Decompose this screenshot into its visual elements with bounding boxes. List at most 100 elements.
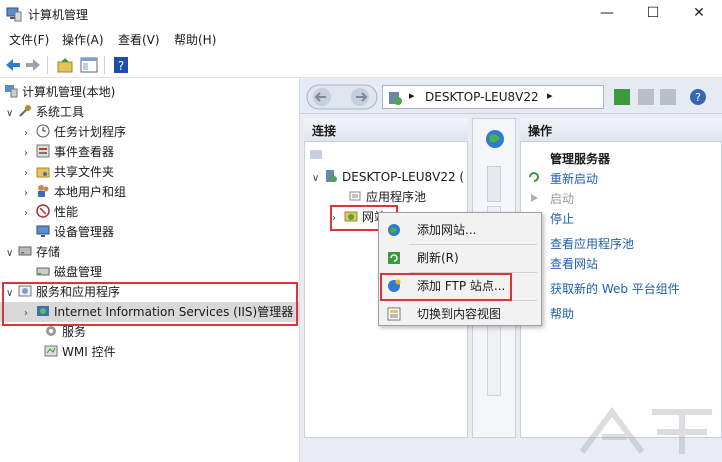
get-web-components-link[interactable]: 获取新的 Web 平台组件 [550,280,680,297]
tree-item-shared-folders[interactable]: › 共享文件夹 [24,162,114,182]
tree-label: 性能 [54,205,79,219]
tree-item-server[interactable]: ∨ DESKTOP-LEU8V22 ( [312,167,464,187]
wmi-icon [44,345,58,357]
clock-icon [36,124,50,138]
tree-item-local-users[interactable]: › 本地用户和组 [24,182,126,202]
chevron-down-icon[interactable]: ∨ [312,169,324,189]
tree-item-device-manager[interactable]: 设备管理器 [36,222,114,242]
up-folder-icon[interactable] [56,56,74,74]
server-icon [326,170,337,182]
back-arrow-icon[interactable] [4,56,22,74]
computer-management-icon [5,85,18,98]
tree-label: 共享文件夹 [54,165,115,179]
tree-label: 事件查看器 [54,145,115,159]
help-link[interactable]: 帮助 [550,305,574,322]
toolbar-separator [47,56,48,74]
menu-file[interactable]: 文件(F) [9,31,49,48]
menu-help[interactable]: 帮助(H) [174,31,216,48]
tree-item-wmi[interactable]: WMI 控件 [44,342,116,362]
tree-label: 任务计划程序 [54,125,127,139]
back-forward-icon[interactable] [306,84,378,110]
manage-server-heading: 管理服务器 [550,152,611,166]
tree-item-performance[interactable]: › 性能 [24,202,78,222]
minimize-button[interactable]: — [584,0,630,28]
scrollbar-thumb[interactable] [487,166,501,202]
disk-icon [36,267,50,276]
restart-link[interactable]: 重新启动 [550,170,598,187]
storage-icon [18,246,32,256]
tree-label: 本地用户和组 [54,185,127,199]
watermark-logo [579,407,712,454]
menu-item-refresh[interactable]: 刷新(R) [379,247,541,269]
context-menu: 添加网站... 刷新(R) 添加 FTP 站点... 切换到内容视图 [378,212,542,326]
stop-icon[interactable] [638,89,654,105]
chevron-right-icon[interactable]: › [24,144,36,164]
actions-header: 操作 [520,118,722,142]
menu-separator [409,244,537,245]
maximize-button[interactable]: ☐ [630,0,676,28]
forward-arrow-icon[interactable] [24,56,42,74]
home-icon[interactable] [660,89,676,105]
tree-item-disk-management[interactable]: 磁盘管理 [36,262,102,282]
restart-icon [529,172,539,182]
users-icon [38,185,49,197]
computer-management-icon [6,7,22,22]
close-button[interactable]: ✕ [676,0,722,28]
menu-item-add-website[interactable]: 添加网站... [379,219,541,241]
tree-label: 设备管理器 [54,225,115,239]
content-view-icon [387,307,401,321]
chevron-down-icon[interactable]: ∨ [6,244,18,264]
tree-item-system-tools[interactable]: ∨ 系统工具 [6,102,84,122]
tree-label: 系统工具 [36,105,85,119]
highlight-box [380,273,512,301]
menu-item-switch-content-view[interactable]: 切换到内容视图 [379,303,541,325]
chevron-right-icon[interactable]: › [24,124,36,144]
tree-root-label: 计算机管理(本地) [22,85,116,99]
stop-link[interactable]: 停止 [550,210,574,227]
actions-title: 操作 [528,124,553,138]
menu-action[interactable]: 操作(A) [62,31,104,48]
nav-toolbar-icons: ? [614,89,706,105]
tree-item-event-viewer[interactable]: › 事件查看器 [24,142,114,162]
svg-text:?: ? [695,91,701,104]
refresh-icon [388,252,400,264]
address-text: DESKTOP-LEU8V22 [425,90,539,104]
gear-icon [46,326,56,336]
chevron-down-icon[interactable]: ∨ [6,104,18,124]
connections-title: 连接 [312,124,337,138]
start-link[interactable]: 启动 [550,190,574,207]
menu-bar: 文件(F) 操作(A) 查看(V) 帮助(H) [0,28,722,50]
chevron-right-icon[interactable]: › [24,184,36,204]
tree-item-app-pools[interactable]: 应用程序池 [348,187,426,207]
shared-folder-icon [36,167,50,178]
chevron-right-icon[interactable]: › [24,204,36,224]
tree-item-storage[interactable]: ∨ 存储 [6,242,60,262]
globe-icon [486,130,504,148]
connections-header: 连接 [304,118,468,142]
tree-label: 服务 [62,325,87,339]
show-hide-tree-icon[interactable] [80,56,98,74]
toolbar-separator [104,56,105,74]
view-sites-link[interactable]: 查看网站 [550,255,598,272]
refresh-icon[interactable] [614,89,630,105]
tools-icon [19,105,31,117]
help-icon[interactable]: ? [112,56,130,74]
connect-icon[interactable] [308,146,324,162]
chevron-right-icon[interactable]: › [24,164,36,184]
view-app-pools-link[interactable]: 查看应用程序池 [550,235,634,252]
address-bar[interactable]: ▸ DESKTOP-LEU8V22 ▸ [382,85,604,109]
menu-view[interactable]: 查看(V) [118,31,160,48]
toolbar: ? [0,52,722,78]
tree-item-task-scheduler[interactable]: › 任务计划程序 [24,122,126,142]
window-title: 计算机管理 [28,8,89,22]
tree-label: 存储 [36,245,61,259]
title-bar: 计算机管理 — ☐ ✕ [0,0,722,28]
tree-root[interactable]: 计算机管理(本地) [4,82,115,102]
tree-label: DESKTOP-LEU8V22 ( [342,170,465,184]
menu-item-label: 刷新(R) [417,251,459,265]
svg-text:?: ? [118,59,124,73]
start-icon [531,194,538,202]
server-icon [389,92,402,105]
menu-item-label: 切换到内容视图 [417,307,502,321]
app-pool-icon [349,191,361,201]
